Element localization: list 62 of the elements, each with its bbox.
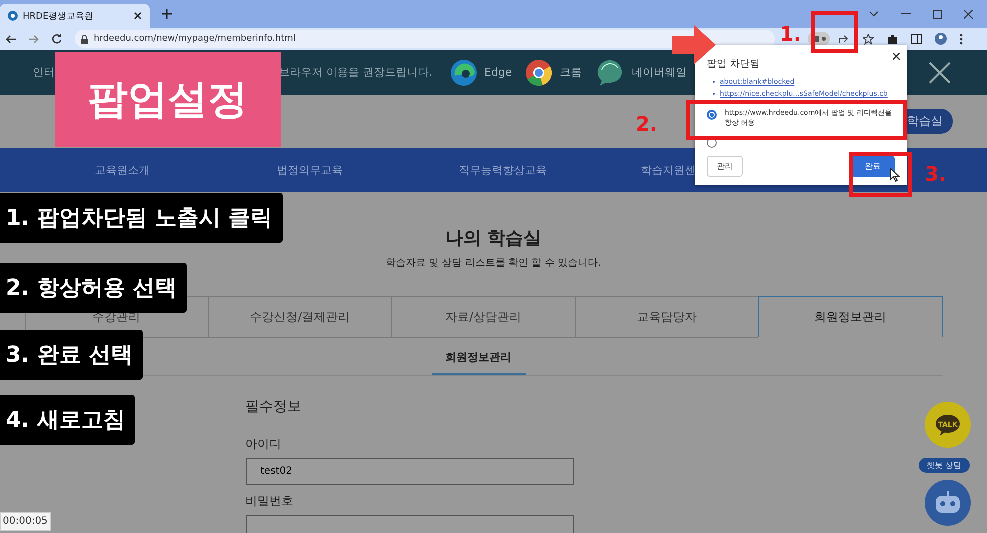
robot-icon[interactable] [925,480,971,526]
page-subtitle: 학습자료 및 상담 리스트를 확인 할 수 있습니다. [386,257,602,270]
browser-logo-icon [450,60,476,86]
page-title: 나의 학습실 [445,227,542,250]
step-number: 3. [925,162,947,186]
title-badge: 팝업설정 [55,52,281,147]
reload-icon[interactable] [52,34,62,44]
nav-item[interactable]: 교육원소개 [95,162,277,178]
timestamp: 00:00:05 [0,512,51,531]
menu-icon[interactable] [960,34,963,44]
lock-icon [81,34,88,44]
browser-logo-icon [526,60,552,86]
forward-icon[interactable] [29,34,39,44]
banner-text: 브라우저 이용을 권장드립니다. [279,65,432,80]
field-label: 아이디 [246,436,282,453]
page-tab[interactable]: 회원정보관리 [758,296,943,337]
share-icon[interactable] [839,34,850,44]
manage-button[interactable]: 관리 [707,156,743,177]
sidebar-icon[interactable] [911,34,922,44]
tab-title: HRDE평생교육원 [23,10,95,22]
profile-icon[interactable] [935,33,947,45]
nav-item[interactable]: 법정의무교육 [277,162,459,178]
browser-logo-icon [596,60,624,86]
banner-text: 인터 [33,65,55,80]
close-icon[interactable] [929,62,951,84]
step-tooltip: 2. 항상허용 선택 [0,263,187,313]
minimize-icon[interactable] [901,13,911,15]
back-icon[interactable] [6,34,16,44]
input-field[interactable]: test02 [246,458,574,485]
maximize-icon[interactable] [933,10,942,18]
highlight-frame [811,11,858,53]
popup-title: 팝업 차단됨 [707,58,762,71]
star-icon[interactable] [863,34,874,44]
cursor-icon [890,168,900,182]
page-tab[interactable]: 교육담당자 [574,296,758,338]
chatbot-label[interactable]: 챗봇 상담 [919,458,970,473]
close-icon[interactable] [893,53,900,60]
close-tab-icon[interactable] [134,12,142,20]
address-field[interactable]: hrdeedu.com/new/mypage/memberinfo.html [75,30,775,48]
chevron-down-icon[interactable] [869,11,879,17]
browser-name[interactable]: 크롬 [560,65,582,80]
site-logo-icon [8,11,18,21]
step-tooltip: 1. 팝업차단됨 노출시 클릭 [0,193,283,243]
browser-name[interactable]: Edge [484,66,512,79]
step-tooltip: 4. 새로고침 [0,395,136,445]
page-tab[interactable]: 자료/상담관리 [391,296,575,338]
step-tooltip: 3. 완료 선택 [0,330,143,380]
page-tab[interactable]: 수강신청/결제관리 [208,296,392,338]
radio-button[interactable] [707,138,717,148]
browser-tab[interactable]: HRDE평생교육원 [0,4,150,28]
browser-name[interactable]: 네이버웨일 [632,65,688,80]
step-number: 2. [636,112,658,136]
close-icon[interactable] [964,10,973,18]
field-label: 비밀번호 [246,493,294,510]
new-tab-icon[interactable] [162,9,172,19]
sub-tab[interactable]: 회원정보관리 [432,340,526,375]
step-number: 1. [780,22,802,46]
highlight-frame [849,152,912,197]
done-button[interactable]: 완료 [851,156,895,177]
nav-item[interactable]: 직무능력향상교육 [459,162,641,178]
radio-button[interactable] [707,110,717,120]
section-title: 필수정보 [246,398,302,416]
